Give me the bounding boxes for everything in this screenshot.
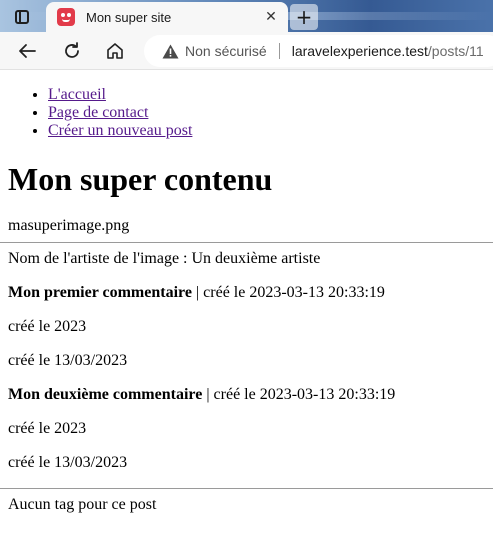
comment-created: | créé le 2023-03-13 20:33:19 [202,386,396,403]
home-button[interactable] [100,37,130,65]
no-tags-text: Aucun tag pour ce post [8,496,157,513]
browser-tab-bar: Mon super site ✕ + [0,0,493,32]
nav-item-contact: Page de contact [48,104,485,122]
url-path: /posts/11 [427,43,484,59]
arrow-left-icon [19,44,36,58]
home-link[interactable]: L'accueil [48,86,106,103]
comment-created: | créé le 2023-03-13 20:33:19 [191,284,385,301]
divider [0,488,493,489]
divider [0,242,493,243]
address-bar[interactable]: Non sécurisé laravelexperience.test/post… [144,35,493,67]
page-title: Mon super contenu [8,161,273,197]
home-icon [107,43,123,59]
url-text[interactable]: laravelexperience.test/posts/11 [292,43,484,59]
site-nav: L'accueil Page de contact Créer un nouve… [8,86,485,140]
url-host: laravelexperience.test [291,43,428,59]
reload-icon [65,42,79,58]
tab-title: Mon super site [86,9,172,25]
favicon-icon [57,8,75,26]
comment-title: Mon deuxième commentaire [8,386,203,403]
active-tab[interactable]: Mon super site ✕ [46,2,288,32]
new-tab-button[interactable]: + [290,4,318,30]
comment-year: créé le 2023 [8,318,87,335]
address-divider [278,43,280,59]
artist-line: Nom de l'artiste de l'image : Un deuxièm… [8,250,321,267]
comment-header: Mon premier commentaire | créé le 2023-0… [8,284,485,302]
comment-year: créé le 2023 [8,420,87,437]
comment-date: créé le 13/03/2023 [8,454,128,471]
back-button[interactable] [12,37,42,65]
security-label[interactable]: Non sécurisé [185,43,267,59]
tab-actions-button[interactable] [8,5,36,29]
comment-date: créé le 13/03/2023 [8,352,128,369]
contact-link[interactable]: Page de contact [48,104,148,121]
comment-title: Mon premier commentaire [8,284,192,301]
nav-item-create-post: Créer un nouveau post [48,122,485,140]
comment-header: Mon deuxième commentaire | créé le 2023-… [8,386,485,404]
reload-button[interactable] [57,37,87,65]
nav-item-home: L'accueil [48,86,485,104]
page-content: L'accueil Page de contact Créer un nouve… [0,86,493,514]
image-filename: masuperimage.png [8,217,130,234]
warning-icon[interactable] [162,44,179,59]
close-tab-icon[interactable]: ✕ [260,6,282,28]
tab-actions-icon [15,10,29,24]
create-post-link[interactable]: Créer un nouveau post [48,122,192,139]
browser-toolbar: Non sécurisé laravelexperience.test/post… [0,32,493,70]
